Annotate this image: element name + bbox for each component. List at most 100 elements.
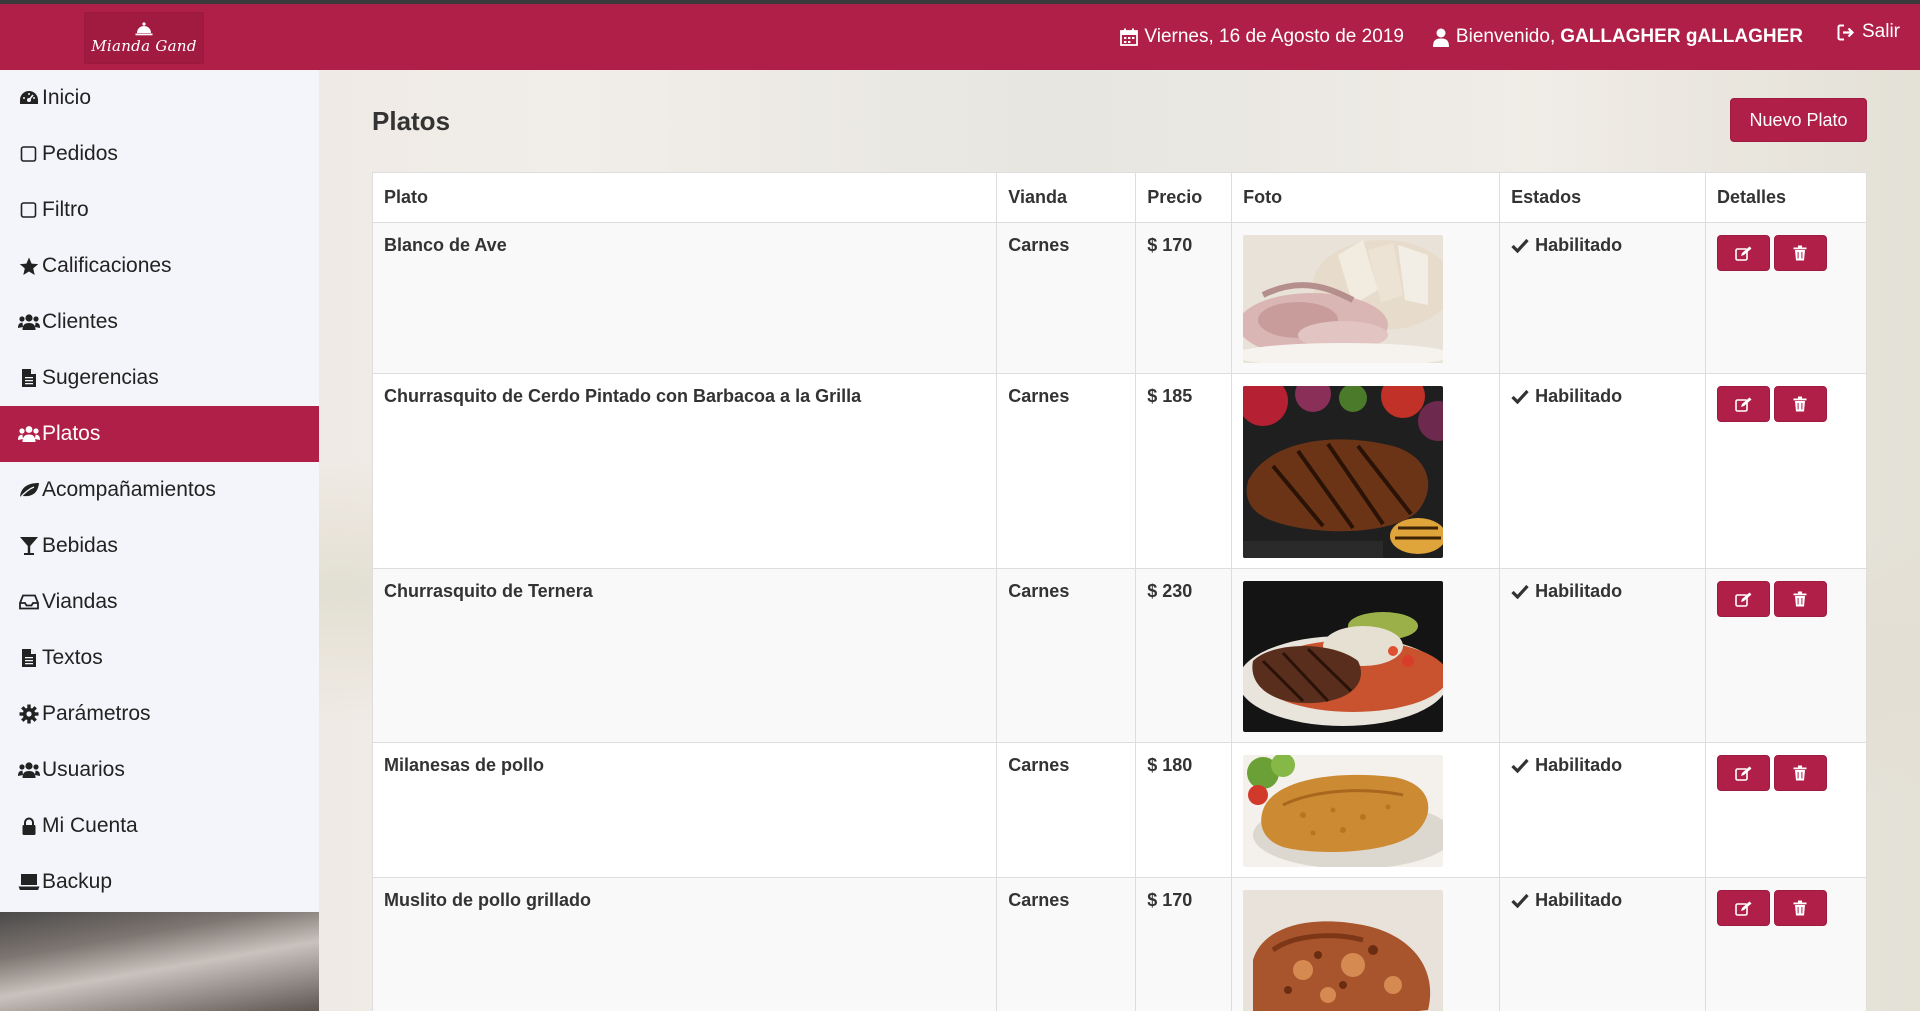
edit-icon bbox=[1735, 901, 1752, 916]
sidebar-item-calificaciones[interactable]: Calificaciones bbox=[0, 238, 319, 294]
edit-button[interactable] bbox=[1716, 755, 1770, 791]
edit-icon bbox=[1735, 246, 1752, 261]
user-name: GALLAGHER gALLAGHER bbox=[1560, 26, 1803, 47]
detalles-cell bbox=[1704, 373, 1868, 569]
plato-name: Blanco de Ave bbox=[371, 222, 998, 374]
sidebar-item-platos[interactable]: Platos bbox=[0, 406, 319, 462]
logo-text: Mianda Gand bbox=[91, 36, 197, 55]
table-row: Blanco de Ave Carnes $ 170 Habilitado bbox=[371, 222, 1868, 374]
estado-badge: Habilitado bbox=[1511, 235, 1694, 256]
sidebar-item-label: Sugerencias bbox=[42, 366, 159, 389]
delete-button[interactable] bbox=[1773, 386, 1827, 422]
edit-button[interactable] bbox=[1716, 581, 1770, 617]
precio-cell: $ 180 bbox=[1135, 742, 1233, 878]
trash-icon bbox=[1793, 396, 1807, 412]
check-icon bbox=[1511, 893, 1529, 908]
sidebar-item-filtro[interactable]: Filtro bbox=[0, 182, 319, 238]
users-icon bbox=[18, 759, 40, 781]
sidebar-item-pedidos[interactable]: Pedidos bbox=[0, 126, 319, 182]
lock-icon bbox=[18, 815, 40, 837]
check-icon bbox=[1511, 758, 1529, 773]
sidebar-item-usuarios[interactable]: Usuarios bbox=[0, 742, 319, 798]
leaf-icon bbox=[18, 479, 40, 501]
inbox-icon bbox=[18, 591, 40, 613]
delete-button[interactable] bbox=[1773, 755, 1827, 791]
estado-badge: Habilitado bbox=[1511, 890, 1694, 911]
sidebar-item-label: Filtro bbox=[42, 198, 89, 221]
precio-cell: $ 170 bbox=[1135, 877, 1233, 1011]
sidebar-item-backup[interactable]: Backup bbox=[0, 854, 319, 910]
column-header-precio[interactable]: Precio bbox=[1135, 172, 1233, 223]
precio-cell: $ 170 bbox=[1135, 222, 1233, 374]
detalles-cell bbox=[1704, 222, 1868, 374]
precio-cell: $ 230 bbox=[1135, 568, 1233, 743]
sidebar-item-clientes[interactable]: Clientes bbox=[0, 294, 319, 350]
column-header-detalles[interactable]: Detalles bbox=[1704, 172, 1868, 223]
sidebar-item-bebidas[interactable]: Bebidas bbox=[0, 518, 319, 574]
foto-cell bbox=[1231, 877, 1501, 1011]
edit-button[interactable] bbox=[1716, 235, 1770, 271]
checkbox-outline-icon bbox=[18, 143, 40, 165]
detalles-cell bbox=[1704, 877, 1868, 1011]
estado-cell: Habilitado bbox=[1499, 877, 1706, 1011]
delete-button[interactable] bbox=[1773, 235, 1827, 271]
table-row: Milanesas de pollo Carnes $ 180 Habilita… bbox=[371, 742, 1868, 878]
column-header-foto[interactable]: Foto bbox=[1231, 172, 1501, 223]
cloche-icon bbox=[135, 21, 153, 35]
platos-table: Plato Vianda Precio Foto Estados Detalle… bbox=[371, 172, 1868, 1011]
vianda-cell: Carnes bbox=[996, 568, 1137, 743]
estado-text: Habilitado bbox=[1535, 755, 1623, 775]
table-row: Churrasquito de Ternera Carnes $ 230 Hab… bbox=[371, 568, 1868, 743]
table-row: Churrasquito de Cerdo Pintado con Barbac… bbox=[371, 373, 1868, 569]
sidebar-item-textos[interactable]: Textos bbox=[0, 630, 319, 686]
plato-name: Churrasquito de Cerdo Pintado con Barbac… bbox=[371, 373, 998, 569]
delete-button[interactable] bbox=[1773, 581, 1827, 617]
sidebar-item-label: Usuarios bbox=[42, 758, 125, 781]
foto-cell bbox=[1231, 742, 1501, 878]
calendar-icon bbox=[1120, 28, 1139, 46]
page-title: Platos bbox=[372, 106, 451, 136]
foto-cell bbox=[1231, 568, 1501, 743]
paw-icon bbox=[18, 423, 40, 445]
sidebar-item-viandas[interactable]: Viandas bbox=[0, 574, 319, 630]
user-icon bbox=[1432, 28, 1449, 47]
precio-cell: $ 185 bbox=[1135, 373, 1233, 569]
column-header-vianda[interactable]: Vianda bbox=[996, 172, 1137, 223]
estado-text: Habilitado bbox=[1535, 235, 1623, 255]
table-header-row: Plato Vianda Precio Foto Estados Detalle… bbox=[371, 172, 1868, 223]
dish-photo-grilled-chicken-thigh[interactable] bbox=[1243, 890, 1444, 1011]
estado-text: Habilitado bbox=[1535, 890, 1623, 910]
edit-button[interactable] bbox=[1716, 890, 1770, 926]
trash-icon bbox=[1793, 245, 1807, 261]
dish-photo-veal-steak[interactable] bbox=[1243, 581, 1444, 732]
logout-label: Salir bbox=[1861, 21, 1900, 42]
delete-button[interactable] bbox=[1773, 890, 1827, 926]
sidebar-item-label: Clientes bbox=[42, 310, 118, 333]
estado-text: Habilitado bbox=[1535, 386, 1623, 406]
table-row: Muslito de pollo grillado Carnes $ 170 H… bbox=[371, 877, 1868, 1011]
sidebar-item-label: Viandas bbox=[42, 590, 118, 613]
edit-icon bbox=[1735, 397, 1752, 412]
sidebar-item-mi-cuenta[interactable]: Mi Cuenta bbox=[0, 798, 319, 854]
dish-photo-grilled-pork[interactable] bbox=[1243, 386, 1444, 558]
edit-button[interactable] bbox=[1716, 386, 1770, 422]
dish-photo-chicken-milanesa[interactable] bbox=[1243, 755, 1444, 867]
column-header-plato[interactable]: Plato bbox=[371, 172, 998, 223]
logo[interactable]: Mianda Gand bbox=[84, 12, 204, 64]
document-icon bbox=[18, 367, 40, 389]
sidebar-item-label: Calificaciones bbox=[42, 254, 172, 277]
sidebar-item-acompanamientos[interactable]: Acompañamientos bbox=[0, 462, 319, 518]
sidebar-item-label: Platos bbox=[42, 422, 101, 445]
logout-link[interactable]: Salir bbox=[1837, 21, 1900, 43]
dish-photo-chicken-breast[interactable] bbox=[1243, 235, 1444, 363]
glass-icon bbox=[18, 535, 40, 557]
document-icon bbox=[18, 647, 40, 669]
vianda-cell: Carnes bbox=[996, 222, 1137, 374]
sidebar-item-label: Pedidos bbox=[42, 142, 118, 165]
sidebar-item-sugerencias[interactable]: Sugerencias bbox=[0, 350, 319, 406]
column-header-estados[interactable]: Estados bbox=[1499, 172, 1706, 223]
sidebar-item-parametros[interactable]: Parámetros bbox=[0, 686, 319, 742]
new-plato-button[interactable]: Nuevo Plato bbox=[1730, 98, 1867, 142]
sidebar-item-inicio[interactable]: Inicio bbox=[0, 70, 319, 126]
estado-cell: Habilitado bbox=[1499, 742, 1706, 878]
